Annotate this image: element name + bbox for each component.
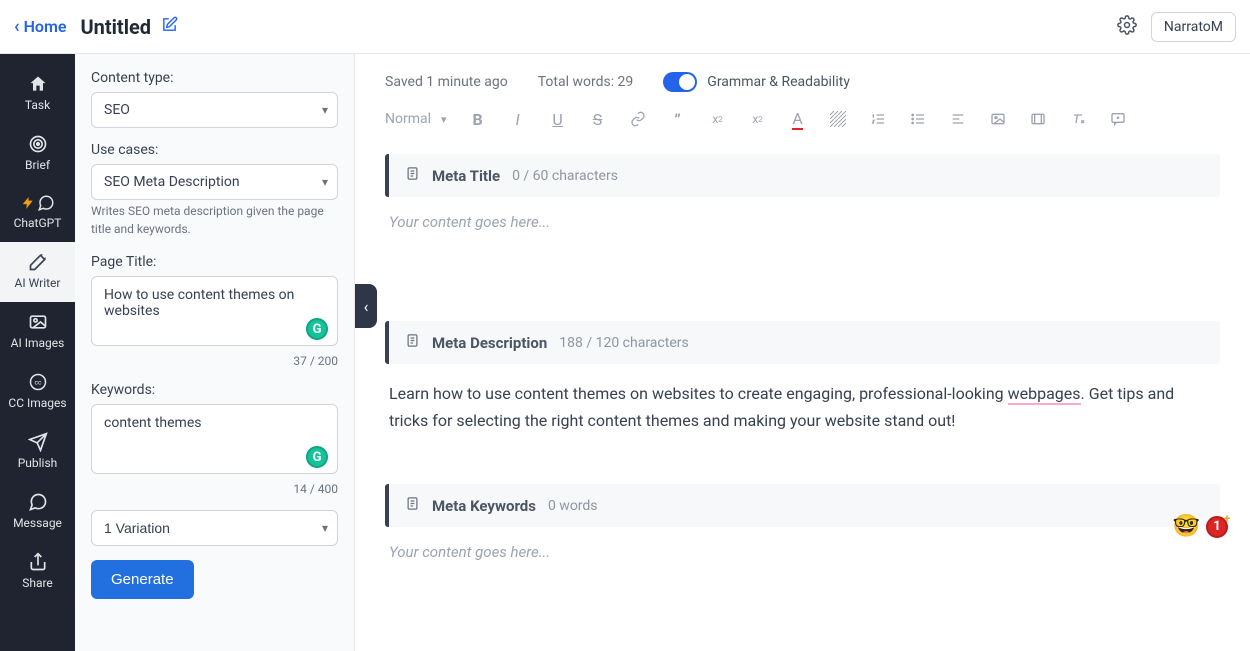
highlight-button[interactable] <box>829 110 847 128</box>
page-title-counter: 37 / 200 <box>91 354 338 368</box>
account-selector[interactable]: NarratoM <box>1151 12 1236 42</box>
meta-keywords-label: Meta Keywords <box>432 497 536 515</box>
grammar-error[interactable]: webpages <box>1008 384 1081 405</box>
generate-button[interactable]: Generate <box>91 560 194 599</box>
link-button[interactable] <box>629 110 647 128</box>
meta-title-block: Meta Title 0 / 60 characters <box>385 154 1220 197</box>
grammar-toggle-label: Grammar & Readability <box>707 74 850 90</box>
wand-icon <box>28 252 48 272</box>
grammarly-icon[interactable]: G <box>306 318 328 340</box>
chat-icon <box>37 194 55 212</box>
grammar-toggle[interactable] <box>663 72 697 92</box>
meta-title-content[interactable]: Your content goes here... <box>385 211 1220 231</box>
meta-keywords-block: Meta Keywords 0 words <box>385 484 1220 527</box>
document-icon <box>405 333 420 352</box>
message-icon <box>28 492 48 512</box>
image-button[interactable] <box>989 110 1007 128</box>
ordered-list-button[interactable] <box>869 110 887 128</box>
rail-message[interactable]: Message <box>0 482 75 542</box>
collapse-panel-button[interactable]: ‹ <box>355 284 377 328</box>
rail-chatgpt[interactable]: ChatGPT <box>0 184 75 242</box>
document-icon <box>405 496 420 515</box>
saved-status: Saved 1 minute ago <box>385 74 508 90</box>
edit-title-icon[interactable] <box>161 16 178 37</box>
content-type-select[interactable]: SEO <box>91 92 338 128</box>
strike-button[interactable]: S <box>589 110 607 128</box>
bolt-icon <box>21 194 35 212</box>
grammarly-icon[interactable]: G <box>306 446 328 468</box>
svg-text:cc: cc <box>34 379 41 387</box>
editor-toolbar: Normal ▾ B I U S ” x2 x2 A <box>385 110 1220 128</box>
keywords-label: Keywords: <box>91 382 338 398</box>
rail-share[interactable]: Share <box>0 542 75 602</box>
cc-icon: cc <box>28 372 48 392</box>
meta-description-content[interactable]: Learn how to use content themes on websi… <box>385 378 1220 434</box>
use-cases-helper: Writes SEO meta description given the pa… <box>91 202 338 238</box>
settings-icon[interactable] <box>1117 15 1137 39</box>
quote-button[interactable]: ” <box>669 110 687 128</box>
variation-select[interactable]: 1 Variation <box>91 510 338 546</box>
home-label: Home <box>24 17 67 36</box>
document-title: Untitled <box>80 15 151 39</box>
rail-task[interactable]: Task <box>0 64 75 124</box>
nav-rail: Task Brief ChatGPT AI Writer AI Images c… <box>0 54 75 651</box>
meta-description-block: Meta Description 188 / 120 characters <box>385 321 1220 364</box>
meta-description-label: Meta Description <box>432 334 547 352</box>
clear-format-button[interactable] <box>1069 110 1087 128</box>
unordered-list-button[interactable] <box>909 110 927 128</box>
document-icon <box>405 166 420 185</box>
page-title-label: Page Title: <box>91 254 338 270</box>
video-button[interactable] <box>1029 110 1047 128</box>
rail-publish[interactable]: Publish <box>0 422 75 482</box>
meta-description-count: 188 / 120 characters <box>559 335 688 351</box>
text-color-button[interactable]: A <box>789 110 807 128</box>
rail-ai-writer[interactable]: AI Writer <box>0 242 75 302</box>
editor-area: Saved 1 minute ago Total words: 29 Gramm… <box>355 54 1250 651</box>
meta-keywords-content[interactable]: Your content goes here... <box>385 541 1220 561</box>
share-icon <box>28 552 48 572</box>
rail-brief[interactable]: Brief <box>0 124 75 184</box>
meta-keywords-count: 0 words <box>548 498 598 514</box>
rail-cc-images[interactable]: cc CC Images <box>0 362 75 422</box>
subscript-button[interactable]: x2 <box>709 110 727 128</box>
image-icon <box>28 312 48 332</box>
home-link[interactable]: ‹ Home <box>14 16 66 37</box>
page-title-input[interactable] <box>91 276 338 346</box>
meta-title-count: 0 / 60 characters <box>512 168 618 184</box>
chevron-updown-icon: ▾ <box>441 113 447 126</box>
underline-button[interactable]: U <box>549 110 567 128</box>
superscript-button[interactable]: x2 <box>749 110 767 128</box>
ai-writer-panel: Content type: SEO ▾ Use cases: SEO Meta … <box>75 54 355 651</box>
emoji-icon[interactable]: 🤓 <box>1173 514 1200 539</box>
target-icon <box>28 134 48 154</box>
align-button[interactable] <box>949 110 967 128</box>
content-type-label: Content type: <box>91 70 338 86</box>
use-cases-select[interactable]: SEO Meta Description <box>91 164 338 200</box>
rail-ai-images[interactable]: AI Images <box>0 302 75 362</box>
bold-button[interactable]: B <box>469 110 487 128</box>
top-bar: ‹ Home Untitled NarratoM <box>0 0 1250 54</box>
send-icon <box>28 432 48 452</box>
format-select[interactable]: Normal ▾ <box>385 111 447 127</box>
word-count: Total words: 29 <box>538 74 634 90</box>
comment-button[interactable] <box>1109 110 1127 128</box>
meta-title-label: Meta Title <box>432 167 500 185</box>
chevron-left-icon: ‹ <box>14 16 20 37</box>
home-icon <box>28 74 48 94</box>
italic-button[interactable]: I <box>509 110 527 128</box>
use-cases-label: Use cases: <box>91 142 338 158</box>
keywords-counter: 14 / 400 <box>91 482 338 496</box>
keywords-input[interactable] <box>91 404 338 474</box>
suggestion-badge[interactable]: 1 <box>1206 516 1228 538</box>
